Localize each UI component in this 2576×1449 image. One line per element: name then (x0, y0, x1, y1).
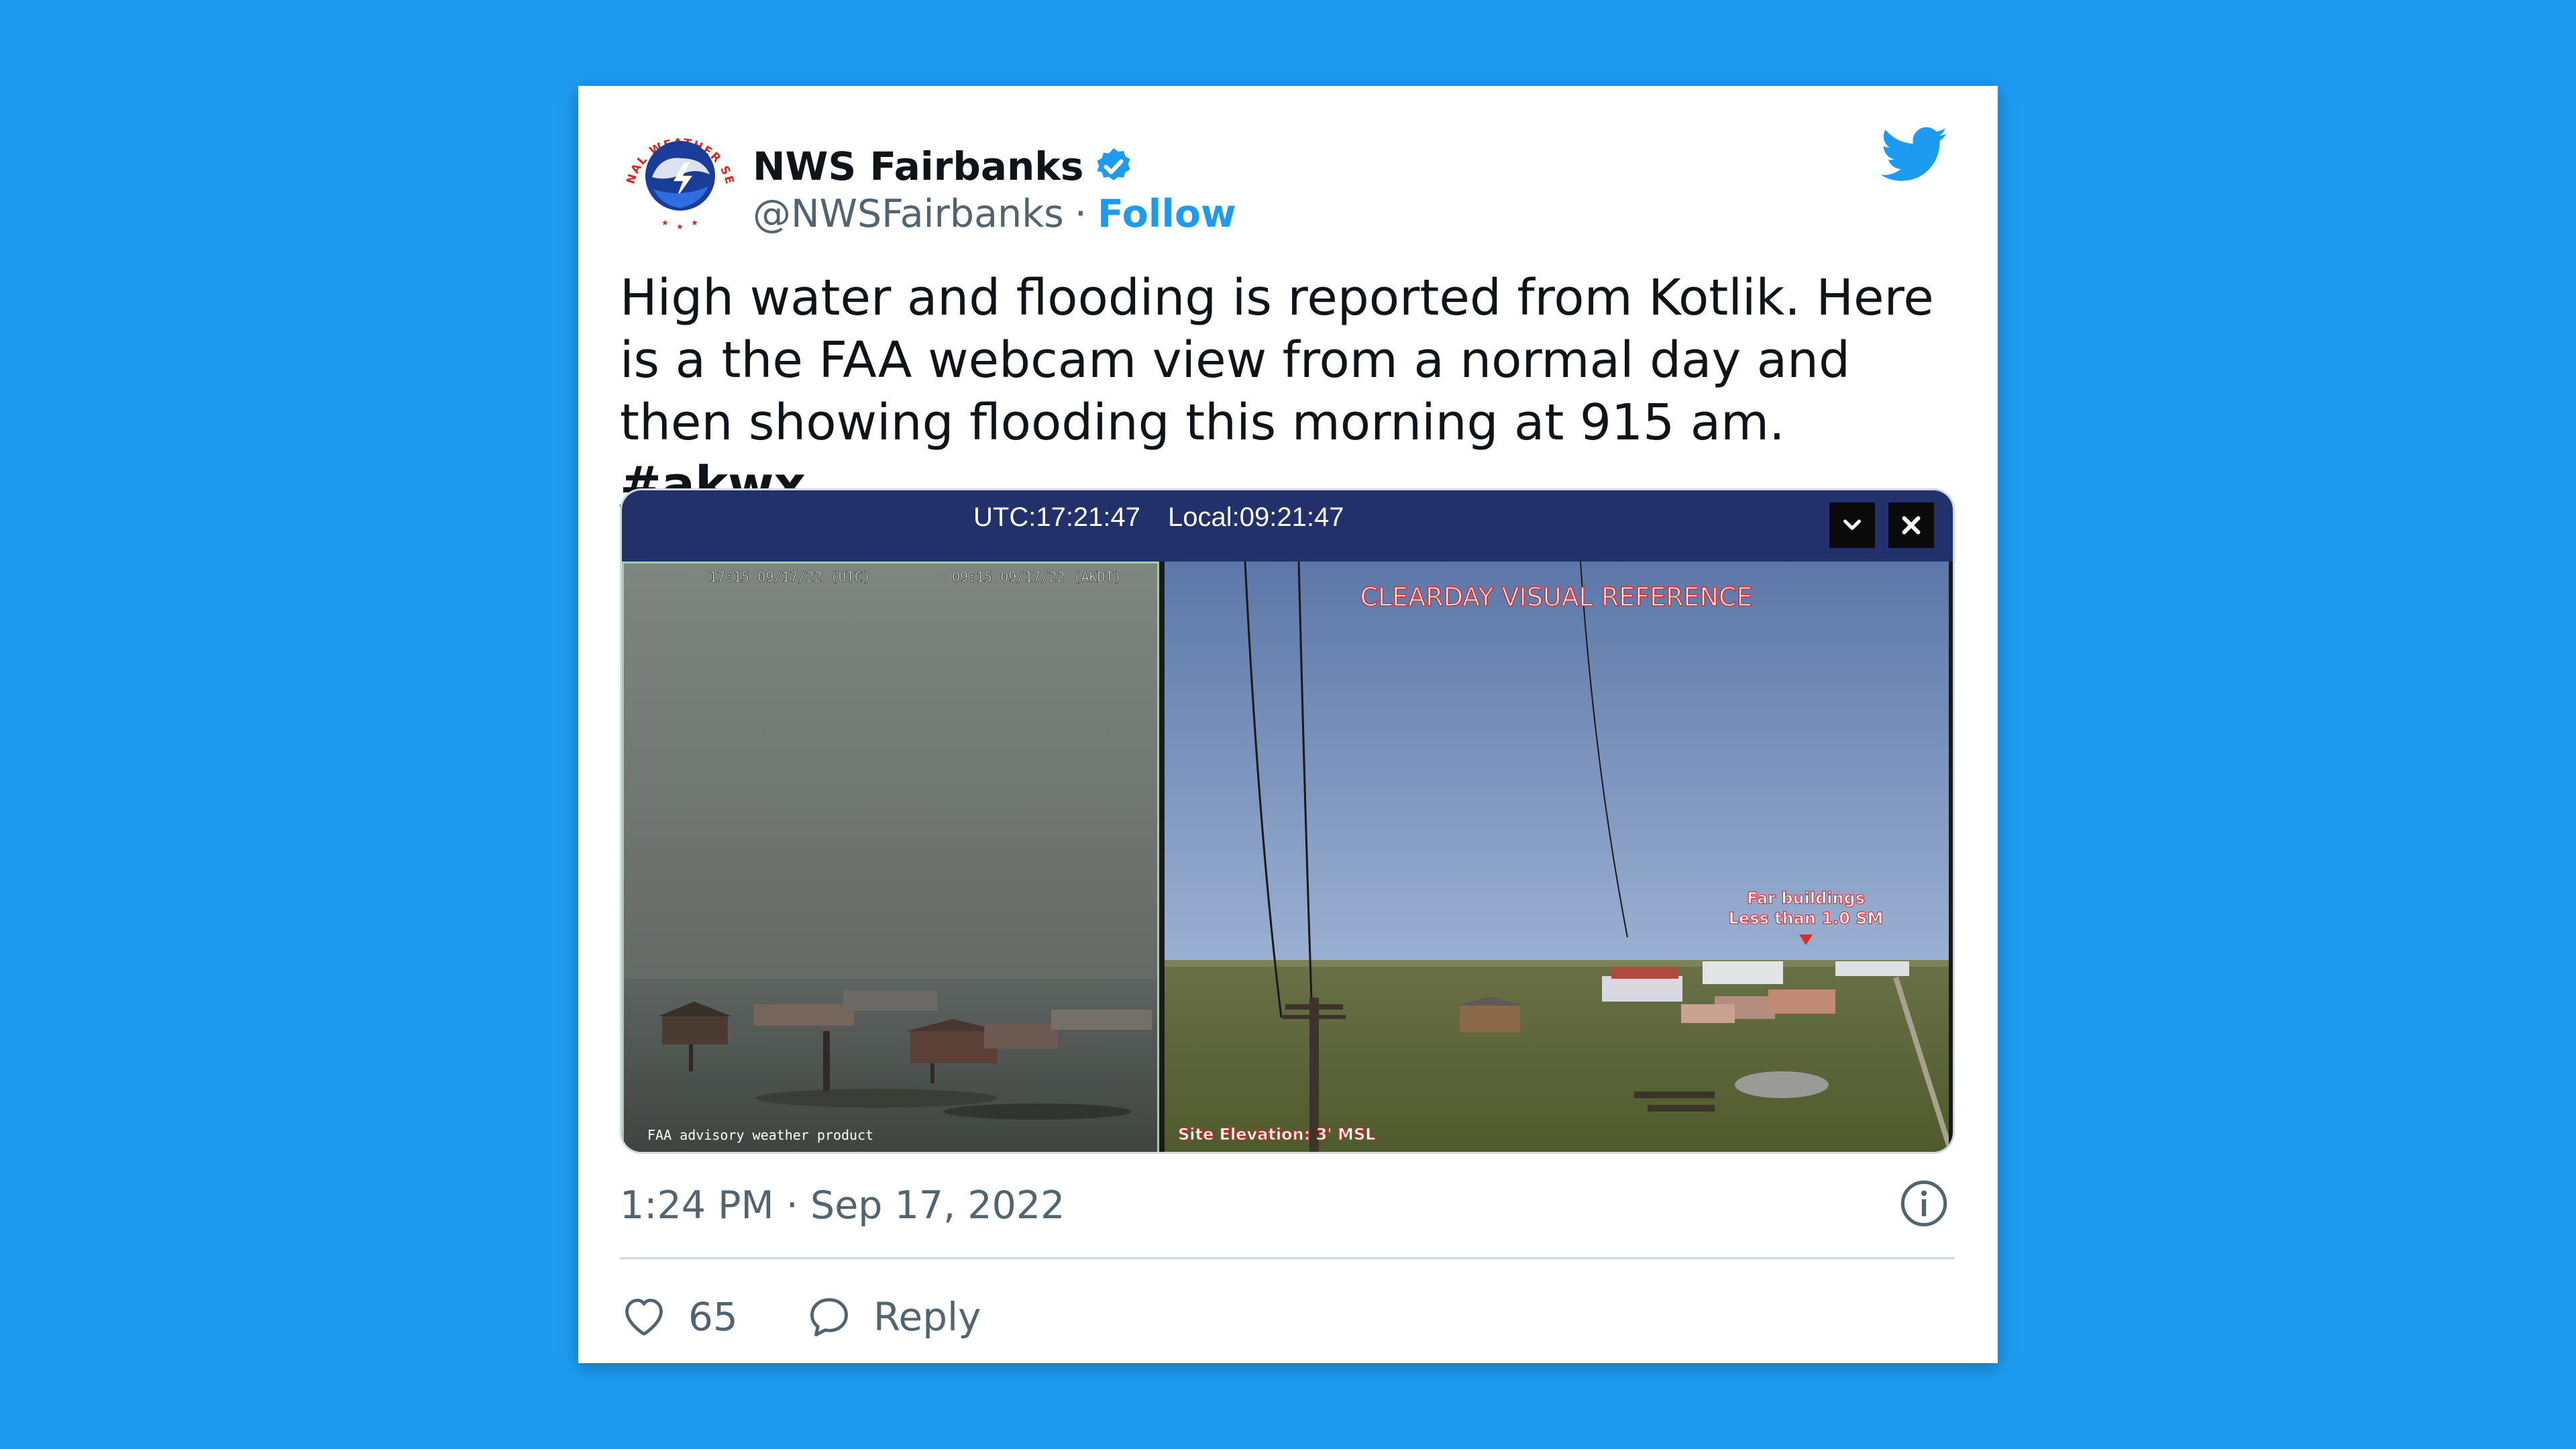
follow-button[interactable]: Follow (1097, 192, 1236, 236)
webcam-clearday-image: CLEARDAY VISUAL REFERENCE Far buildings … (1165, 561, 1949, 1152)
webcam-toolbar: UTC:17:21:47 Local:09:21:47 (622, 490, 1953, 561)
twitter-bird-icon[interactable] (1881, 121, 1948, 188)
heart-icon (625, 1299, 663, 1336)
tweet-header: NATIONAL WEATHER SERVICE ★ ★ ★ NWS Fairb… (620, 115, 1962, 236)
webcam-flood-image: 17:15 09/17/22 (UTC) 09:15 09/17/22 (AKD… (622, 561, 1159, 1152)
local-time: Local:09:21:47 (1168, 502, 1344, 532)
handle-row: @NWSFairbanks · Follow (753, 192, 1236, 236)
site-elevation-caption: Site Elevation: 3' MSL (1178, 1125, 1375, 1144)
left-stamp-utc: 17:15 09/17/22 (UTC) (709, 569, 871, 585)
reply-button[interactable]: Reply (805, 1293, 981, 1341)
info-icon[interactable] (1898, 1178, 1949, 1229)
like-count: 65 (688, 1294, 738, 1340)
reply-label: Reply (873, 1294, 981, 1340)
distance-label: Less than 1.0 SM (1729, 909, 1884, 928)
clearday-title: CLEARDAY VISUAL REFERENCE (1360, 582, 1752, 612)
tweet-card: NATIONAL WEATHER SERVICE ★ ★ ★ NWS Fairb… (578, 86, 1998, 1363)
webcam-panels: 17:15 09/17/22 (UTC) 09:15 09/17/22 (AKD… (622, 561, 1953, 1152)
handle[interactable]: @NWSFairbanks (753, 192, 1064, 236)
left-stamp-local: 09:15 09/17/22 (AKDT) (952, 569, 1122, 585)
tweet-timestamp[interactable]: 1:24 PM · Sep 17, 2022 (620, 1183, 1065, 1228)
collapse-button[interactable] (1829, 502, 1875, 548)
svg-text:★: ★ (661, 218, 669, 227)
svg-text:★: ★ (676, 222, 684, 231)
handle-separator: · (1074, 192, 1087, 236)
utc-time: UTC:17:21:47 (973, 502, 1141, 532)
svg-text:★: ★ (691, 218, 698, 227)
display-name[interactable]: NWS Fairbanks (753, 144, 1083, 189)
chevron-down-icon (1843, 519, 1862, 531)
close-icon (1902, 516, 1921, 535)
reply-bubble-icon (810, 1298, 848, 1337)
like-button[interactable]: 65 (620, 1293, 738, 1341)
tweet-body: High water and flooding is reported from… (620, 269, 1934, 451)
verified-badge-icon (1097, 148, 1130, 180)
far-buildings-label: Far buildings (1747, 889, 1865, 908)
left-caption: FAA advisory weather product (647, 1127, 873, 1143)
footer-divider (620, 1257, 1955, 1259)
name-row: NWS Fairbanks (753, 144, 1134, 189)
tweet-text: High water and flooding is reported from… (620, 267, 1955, 517)
close-button[interactable] (1888, 502, 1934, 548)
nws-logo-icon[interactable]: NATIONAL WEATHER SERVICE ★ ★ ★ (620, 115, 741, 236)
action-bar: 65 Reply (620, 1287, 981, 1347)
tweet-media[interactable]: UTC:17:21:47 Local:09:21:47 17:15 09/17/… (620, 488, 1955, 1154)
